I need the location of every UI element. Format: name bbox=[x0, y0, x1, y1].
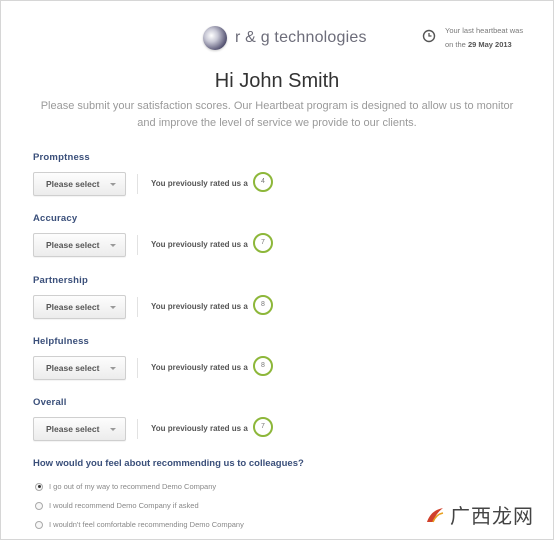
recommend-question: How would you feel about recommending us… bbox=[33, 458, 304, 469]
question-helpfulness: Helpfulness Please select You previously… bbox=[33, 336, 513, 382]
select-value: Please select bbox=[46, 302, 100, 312]
brand-logo: r & g technologies bbox=[203, 24, 367, 52]
chevron-down-icon bbox=[110, 183, 116, 186]
question-label: Helpfulness bbox=[33, 336, 90, 347]
radio-label[interactable]: I go out of my way to recommend Demo Com… bbox=[49, 482, 216, 491]
question-label: Overall bbox=[33, 397, 67, 408]
question-partnership: Partnership Please select You previously… bbox=[33, 275, 513, 321]
previous-rating-text: You previously rated us a bbox=[151, 179, 248, 188]
previous-score-badge: 7 bbox=[253, 233, 273, 253]
last-heartbeat: Your last heartbeat was on the 29 May 20… bbox=[422, 24, 523, 52]
divider bbox=[137, 419, 138, 439]
heartbeat-line2: on the 29 May 2013 bbox=[445, 40, 512, 49]
brand-name: r & g technologies bbox=[235, 29, 367, 46]
previous-rating-text: You previously rated us a bbox=[151, 240, 248, 249]
overall-select[interactable]: Please select bbox=[33, 417, 126, 441]
radio-button[interactable] bbox=[35, 482, 43, 491]
radio-button[interactable] bbox=[35, 520, 43, 529]
chevron-down-icon bbox=[110, 306, 116, 309]
previous-score-badge: 4 bbox=[253, 172, 273, 192]
previous-rating-text: You previously rated us a bbox=[151, 302, 248, 311]
accuracy-select[interactable]: Please select bbox=[33, 233, 126, 257]
select-value: Please select bbox=[46, 240, 100, 250]
chevron-down-icon bbox=[110, 428, 116, 431]
recommend-option-2[interactable]: I would recommend Demo Company if asked bbox=[35, 501, 199, 510]
recommend-option-1[interactable]: I go out of my way to recommend Demo Com… bbox=[35, 482, 216, 491]
promptness-select[interactable]: Please select bbox=[33, 172, 126, 196]
watermark: 广西龙网 bbox=[424, 500, 534, 529]
recommend-option-3[interactable]: I wouldn't feel comfortable recommending… bbox=[35, 520, 244, 529]
helpfulness-select[interactable]: Please select bbox=[33, 356, 126, 380]
question-label: Accuracy bbox=[33, 213, 78, 224]
clock-icon bbox=[422, 29, 436, 43]
question-label: Promptness bbox=[33, 152, 90, 163]
chevron-down-icon bbox=[110, 244, 116, 247]
select-value: Please select bbox=[46, 424, 100, 434]
previous-score-badge: 7 bbox=[253, 417, 273, 437]
divider bbox=[137, 297, 138, 317]
heartbeat-line1: Your last heartbeat was bbox=[445, 26, 524, 35]
divider bbox=[137, 358, 138, 378]
page-title: Hi John Smith bbox=[214, 70, 340, 92]
radio-label[interactable]: I would recommend Demo Company if asked bbox=[49, 501, 199, 510]
previous-score-badge: 8 bbox=[253, 295, 273, 315]
heartbeat-date: 29 May 2013 bbox=[467, 40, 512, 49]
question-overall: Overall Please select You previously rat… bbox=[33, 397, 513, 443]
question-label: Partnership bbox=[33, 275, 88, 286]
question-promptness: Promptness Please select You previously … bbox=[33, 152, 513, 198]
chevron-down-icon bbox=[110, 367, 116, 370]
radio-label[interactable]: I wouldn't feel comfortable recommending… bbox=[49, 520, 244, 529]
watermark-logo-icon bbox=[427, 507, 444, 522]
divider bbox=[137, 235, 138, 255]
previous-rating-text: You previously rated us a bbox=[151, 363, 248, 372]
previous-rating-text: You previously rated us a bbox=[151, 424, 248, 433]
watermark-text: 广西龙网 bbox=[450, 504, 534, 528]
select-value: Please select bbox=[46, 363, 100, 373]
intro-text: Please submit your satisfaction scores. … bbox=[40, 100, 514, 129]
previous-score-badge: 8 bbox=[253, 356, 273, 376]
select-value: Please select bbox=[46, 179, 100, 189]
partnership-select[interactable]: Please select bbox=[33, 295, 126, 319]
question-accuracy: Accuracy Please select You previously ra… bbox=[33, 213, 513, 259]
brand-globe-icon bbox=[203, 26, 227, 50]
divider bbox=[137, 174, 138, 194]
radio-button[interactable] bbox=[35, 501, 43, 510]
